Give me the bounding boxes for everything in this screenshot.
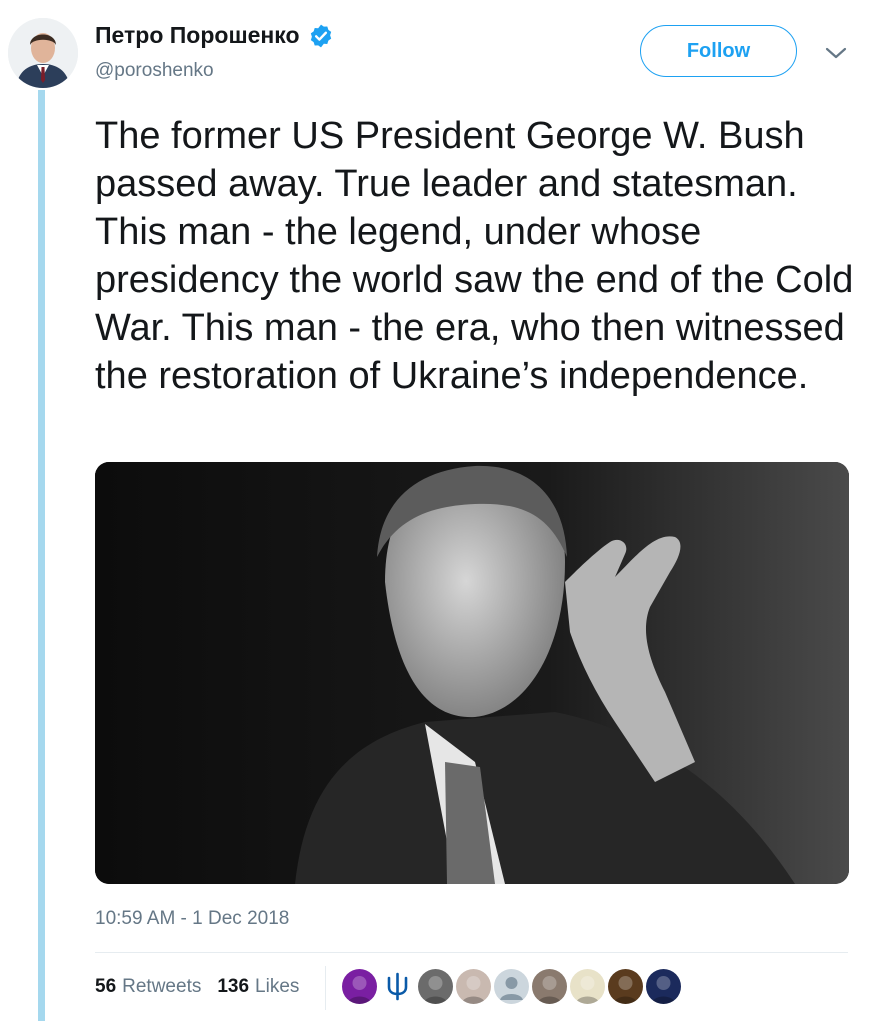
- likes-stat[interactable]: 136 Likes: [217, 976, 299, 998]
- divider: [95, 952, 848, 953]
- tweet-stats: 56 Retweets 136 Likes: [95, 976, 299, 998]
- like-count: 136: [217, 976, 250, 997]
- liker-avatar[interactable]: [570, 969, 605, 1004]
- stats-divider: [325, 966, 326, 1010]
- chevron-down-icon[interactable]: [823, 44, 849, 62]
- liker-avatars: [342, 969, 684, 1004]
- liker-avatar[interactable]: [494, 969, 529, 1004]
- author-name-row: Петро Порошенко: [95, 22, 334, 49]
- trident-icon: [387, 972, 408, 1001]
- liker-avatar[interactable]: [342, 969, 377, 1004]
- liker-avatar[interactable]: [608, 969, 643, 1004]
- thread-line: [38, 90, 45, 1021]
- retweet-label: Retweets: [122, 976, 202, 997]
- retweets-stat[interactable]: 56 Retweets: [95, 976, 201, 998]
- tweet-text: The former US President George W. Bush p…: [95, 115, 854, 397]
- liker-avatar[interactable]: [418, 969, 453, 1004]
- default-avatar-icon: [500, 977, 523, 1000]
- verified-badge-icon: [310, 24, 331, 47]
- liker-avatar[interactable]: [456, 969, 491, 1004]
- display-name[interactable]: Петро Порошенко: [95, 22, 300, 49]
- author-avatar[interactable]: [8, 18, 78, 88]
- liker-avatar[interactable]: [532, 969, 567, 1004]
- retweet-count: 56: [95, 976, 117, 997]
- liker-avatar[interactable]: [646, 969, 681, 1004]
- like-label: Likes: [255, 976, 300, 997]
- author-handle[interactable]: @poroshenko: [95, 60, 214, 82]
- follow-button[interactable]: Follow: [640, 25, 797, 77]
- tweet-photo[interactable]: [95, 462, 849, 884]
- liker-avatar[interactable]: [380, 969, 415, 1004]
- tweet-timestamp[interactable]: 10:59 AM - 1 Dec 2018: [95, 908, 289, 930]
